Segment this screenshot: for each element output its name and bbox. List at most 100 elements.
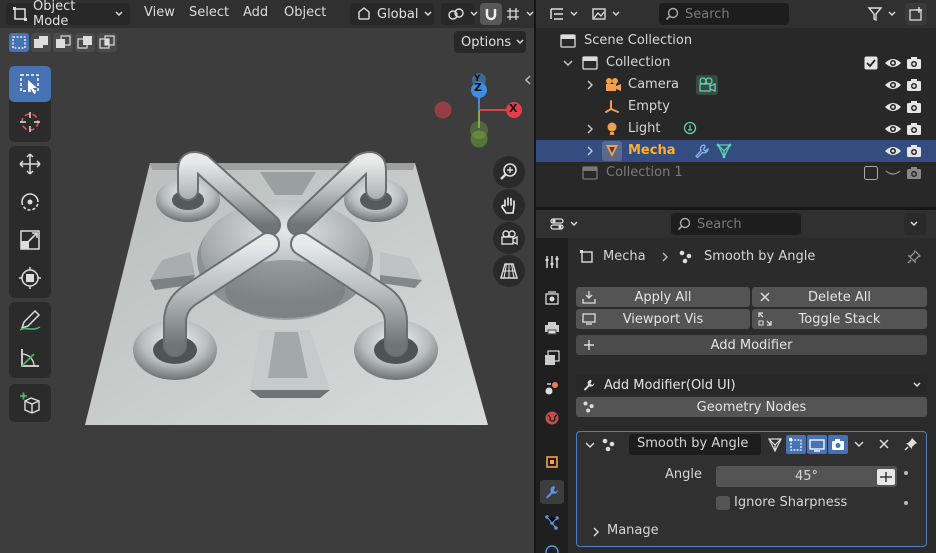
scale-tool[interactable] [9,222,51,258]
chevron-right-icon[interactable] [584,122,596,136]
transform-orientation-dropdown[interactable]: Global [350,3,434,25]
measure-tool[interactable] [9,340,51,376]
area-divider-horizontal[interactable] [536,207,936,210]
annotate-tool[interactable] [9,302,51,338]
render-camera-icon[interactable] [906,56,922,70]
tab-modifiers[interactable] [540,480,564,504]
perspective-toggle-button[interactable] [493,255,525,287]
pivot-point-dropdown[interactable] [441,3,478,25]
select-difference-mode[interactable] [75,33,95,52]
chevron-right-icon[interactable] [591,526,601,538]
tab-world[interactable] [540,406,564,430]
ignore-sharpness-checkbox[interactable] [716,496,730,510]
tab-view-layer[interactable] [540,346,564,370]
add-modifier-old-dropdown[interactable]: Add Modifier(Old UI) [576,375,927,395]
tab-particles[interactable] [540,510,564,534]
3d-viewport[interactable]: Object Mode View Select Add Object Globa… [0,0,534,553]
pin-icon[interactable] [903,436,919,452]
angle-field[interactable]: 45° [716,466,897,487]
viewport-display-toggle-icon[interactable] [807,435,827,454]
modifier-name-field[interactable]: Smooth by Angle [629,434,761,455]
render-camera-icon[interactable] [906,144,922,158]
exclude-checkbox[interactable] [864,166,878,180]
tab-tool[interactable] [540,250,564,274]
outliner-row-scene-collection[interactable]: Scene Collection [536,30,936,52]
menu-add[interactable]: Add [243,5,268,20]
eye-icon[interactable] [884,100,902,114]
outliner-search-input[interactable]: Search [659,3,789,25]
menu-object[interactable]: Object [284,5,326,20]
keyframe-dot[interactable] [904,501,908,505]
eye-closed-icon[interactable] [884,166,902,180]
select-subtract-mode[interactable] [53,33,73,52]
zoom-button[interactable] [493,156,525,188]
add-modifier-button[interactable]: Add Modifier [576,335,927,355]
pin-icon[interactable] [906,249,922,265]
snap-toggle[interactable] [480,3,502,25]
chevron-right-icon[interactable] [584,78,596,92]
render-camera-icon[interactable] [906,100,922,114]
wrench-modifier-icon[interactable] [694,143,710,159]
options-dropdown[interactable]: Options [454,31,526,53]
add-cube-tool[interactable] [9,385,51,421]
chevron-down-icon[interactable] [562,56,574,70]
properties-options-dropdown[interactable] [904,213,926,235]
chevron-down-icon[interactable] [853,438,865,450]
exclude-checkbox[interactable] [864,56,878,70]
outliner-row-empty[interactable]: Empty [536,96,936,118]
outliner-row-camera[interactable]: Camera [536,74,936,96]
menu-select[interactable]: Select [189,5,229,20]
move-tool[interactable] [9,146,51,182]
collapse-chevron-icon[interactable] [584,439,596,451]
render-camera-icon[interactable] [906,166,922,180]
render-camera-icon[interactable] [906,78,922,92]
mecha-model[interactable] [80,140,495,435]
tab-object[interactable] [540,450,564,474]
properties-search-input[interactable]: Search [671,213,801,235]
cursor-tool[interactable] [9,104,51,140]
delete-all-button[interactable]: Delete All [752,287,927,307]
area-divider-vertical[interactable] [534,0,536,553]
pan-button[interactable] [493,189,525,221]
display-mode-dropdown[interactable] [546,3,580,25]
snap-target-dropdown[interactable] [502,3,534,25]
toggle-stack-button[interactable]: Toggle Stack [752,309,927,329]
apply-all-button[interactable]: Apply All [576,287,750,307]
tab-physics[interactable] [540,540,564,553]
select-new-mode[interactable] [9,33,29,52]
select-extend-mode[interactable] [31,33,51,52]
remove-modifier-icon[interactable] [877,437,891,451]
mesh-data-icon[interactable] [716,143,732,159]
outliner-row-collection[interactable]: Collection [536,52,936,74]
transform-tool[interactable] [9,260,51,296]
outliner-row-light[interactable]: Light [536,118,936,140]
eye-icon[interactable] [884,122,902,136]
tab-scene[interactable] [540,376,564,400]
outliner-row-collection-1[interactable]: Collection 1 [536,162,936,184]
rotate-tool[interactable] [9,184,51,220]
outliner-row-mecha[interactable]: Mecha [536,140,936,162]
eye-icon[interactable] [884,78,902,92]
camera-view-button[interactable] [493,222,525,254]
camera-data-icon[interactable] [696,75,718,95]
menu-view[interactable]: View [144,5,175,20]
editor-type-dropdown[interactable] [546,213,580,235]
viewport-vis-button[interactable]: Viewport Vis [576,309,750,329]
select-box-tool[interactable] [9,66,51,102]
node-socket-toggle-icon[interactable] [877,469,895,485]
filter-dropdown[interactable] [864,3,898,25]
light-data-icon[interactable] [682,121,698,137]
mode-dropdown[interactable]: Object Mode [6,0,130,29]
sidebar-toggle-icon[interactable] [524,74,532,86]
eye-icon[interactable] [884,56,902,70]
manage-subpanel-label[interactable]: Manage [607,523,659,538]
keyframe-dot[interactable] [904,471,908,475]
view-filter-dropdown[interactable] [588,3,622,25]
select-intersect-mode[interactable] [97,33,117,52]
render-toggle-icon[interactable] [828,435,848,454]
render-camera-icon[interactable] [906,122,922,136]
cage-toggle-icon[interactable] [786,435,806,454]
new-collection-button[interactable] [905,3,927,25]
chevron-right-icon[interactable] [584,144,596,158]
tab-output[interactable] [540,316,564,340]
